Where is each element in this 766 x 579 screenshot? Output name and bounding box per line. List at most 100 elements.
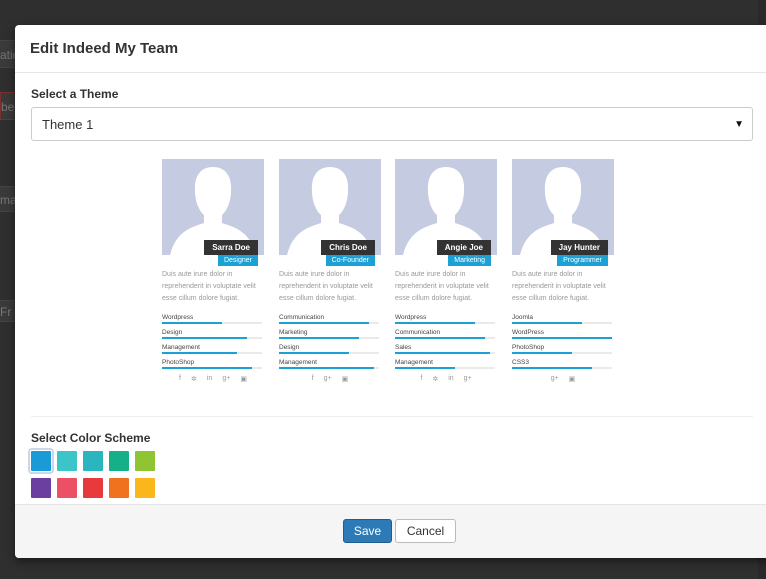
skill-bar	[279, 337, 379, 339]
skill-bar-fill	[162, 337, 247, 339]
google-plus-icon[interactable]: g+	[464, 375, 472, 383]
skill-label: Communication	[395, 329, 441, 336]
linkedin-icon[interactable]: in	[448, 375, 453, 383]
modal-body: Select a Theme Theme 1 ▼ Sarra Doe Design…	[15, 73, 766, 498]
twitter-icon[interactable]: ✲	[432, 375, 438, 383]
color-swatch[interactable]	[83, 451, 103, 471]
instagram-icon[interactable]: ▣	[342, 375, 349, 383]
member-bio: Duis aute irure dolor in reprehenderit i…	[395, 271, 489, 302]
skill-label: Joomla	[512, 314, 533, 321]
skill-bar-fill	[162, 367, 252, 369]
member-bio: Duis aute irure dolor in reprehenderit i…	[512, 271, 606, 302]
chevron-down-icon: ▼	[734, 118, 744, 130]
skill-label: Sales	[395, 344, 412, 351]
skill-bar-fill	[162, 322, 222, 324]
skill-label: Management	[279, 359, 317, 366]
theme-select-value: Theme 1	[42, 116, 94, 132]
theme-label: Select a Theme	[31, 87, 119, 101]
facebook-icon[interactable]: f	[312, 375, 314, 383]
instagram-icon[interactable]: ▣	[569, 375, 576, 383]
skill-bar-fill	[279, 352, 349, 354]
skill-bar	[162, 367, 262, 369]
skill-label: Management	[395, 359, 433, 366]
modal-header: Edit Indeed My Team	[15, 25, 766, 73]
skill-item: Design	[279, 343, 381, 354]
skill-item: Wordpress	[395, 313, 497, 324]
skill-item: Marketing	[279, 328, 381, 339]
team-member-card: Sarra Doe Designer Duis aute irure dolor i…	[162, 159, 264, 383]
member-role: Programmer	[557, 255, 608, 266]
team-member-card: Angie Joe Marketing Duis aute irure dolor …	[395, 159, 497, 383]
skill-label: Wordpress	[395, 314, 427, 321]
google-plus-icon[interactable]: g+	[324, 375, 332, 383]
skill-bar	[512, 337, 612, 339]
modal-title: Edit Indeed My Team	[30, 40, 179, 57]
theme-select[interactable]: Theme 1 ▼	[31, 107, 753, 141]
skill-bar	[395, 322, 495, 324]
skill-bar-fill	[512, 322, 582, 324]
color-swatch[interactable]	[109, 451, 129, 471]
skill-label: CSS3	[512, 359, 529, 366]
skill-bar	[279, 352, 379, 354]
skill-bar	[162, 322, 262, 324]
color-swatch[interactable]	[28, 448, 54, 474]
team-preview: Sarra Doe Designer Duis aute irure dolor i…	[31, 155, 753, 417]
twitter-icon[interactable]: ✲	[191, 375, 197, 383]
color-swatch[interactable]	[83, 478, 103, 498]
skill-item: Design	[162, 328, 264, 339]
background-fragment: atio	[0, 40, 16, 68]
skill-label: Wordpress	[162, 314, 194, 321]
skill-list: Communication Marketing Design Management	[279, 313, 381, 369]
social-links: f ✲ in g+ ▣	[162, 375, 264, 383]
skill-item: Management	[279, 358, 381, 369]
color-swatch[interactable]	[135, 478, 155, 498]
skill-bar	[395, 367, 495, 369]
color-swatch[interactable]	[31, 478, 51, 498]
skill-item: CSS3	[512, 358, 614, 369]
facebook-icon[interactable]: f	[179, 375, 181, 383]
skill-bar-fill	[395, 337, 485, 339]
color-swatch[interactable]	[109, 478, 129, 498]
skill-list: Joomla WordPress PhotoShop CSS3	[512, 313, 614, 369]
team-member-card: Chris Doe Co-Founder Duis aute irure dolor…	[279, 159, 381, 383]
background-fragment: bel	[0, 92, 16, 120]
skill-label: PhotoShop	[162, 359, 195, 366]
skill-label: PhotoShop	[512, 344, 545, 351]
color-swatch[interactable]	[57, 478, 77, 498]
skill-item: PhotoShop	[512, 343, 614, 354]
skill-bar	[512, 322, 612, 324]
skill-bar	[512, 367, 612, 369]
edit-team-modal: Edit Indeed My Team Select a Theme Theme…	[15, 25, 766, 558]
team-member-card: Jay Hunter Programmer Duis aute irure dolo…	[512, 159, 614, 383]
linkedin-icon[interactable]: in	[207, 375, 212, 383]
member-role: Designer	[217, 255, 258, 266]
skill-bar-fill	[395, 322, 475, 324]
skill-bar-fill	[395, 352, 490, 354]
skill-label: Design	[162, 329, 183, 336]
instagram-icon[interactable]: ▣	[240, 375, 247, 383]
facebook-icon[interactable]: f	[420, 375, 422, 383]
color-scheme-label: Select Color Scheme	[31, 431, 151, 445]
color-swatch[interactable]	[135, 451, 155, 471]
skill-list: Wordpress Design Management PhotoShop	[162, 313, 264, 369]
member-bio: Duis aute irure dolor in reprehenderit i…	[162, 271, 256, 302]
member-bio: Duis aute irure dolor in reprehenderit i…	[279, 271, 373, 302]
skill-item: Wordpress	[162, 313, 264, 324]
skill-bar-fill	[395, 367, 455, 369]
skill-item: Management	[395, 358, 497, 369]
color-swatch[interactable]	[57, 451, 77, 471]
skill-bar	[395, 352, 495, 354]
google-plus-icon[interactable]: g+	[222, 375, 230, 383]
cancel-button[interactable]: Cancel	[395, 519, 456, 543]
skill-bar	[279, 322, 379, 324]
skill-bar-fill	[162, 352, 237, 354]
member-name: Angie Joe	[436, 240, 491, 255]
skill-bar-fill	[279, 322, 369, 324]
color-swatches	[28, 448, 760, 498]
skill-item: Joomla	[512, 313, 614, 324]
skill-bar	[162, 337, 262, 339]
skill-bar-fill	[512, 352, 572, 354]
member-role: Co-Founder	[325, 255, 375, 266]
google-plus-icon[interactable]: g+	[551, 375, 559, 383]
save-button[interactable]: Save	[343, 519, 392, 543]
